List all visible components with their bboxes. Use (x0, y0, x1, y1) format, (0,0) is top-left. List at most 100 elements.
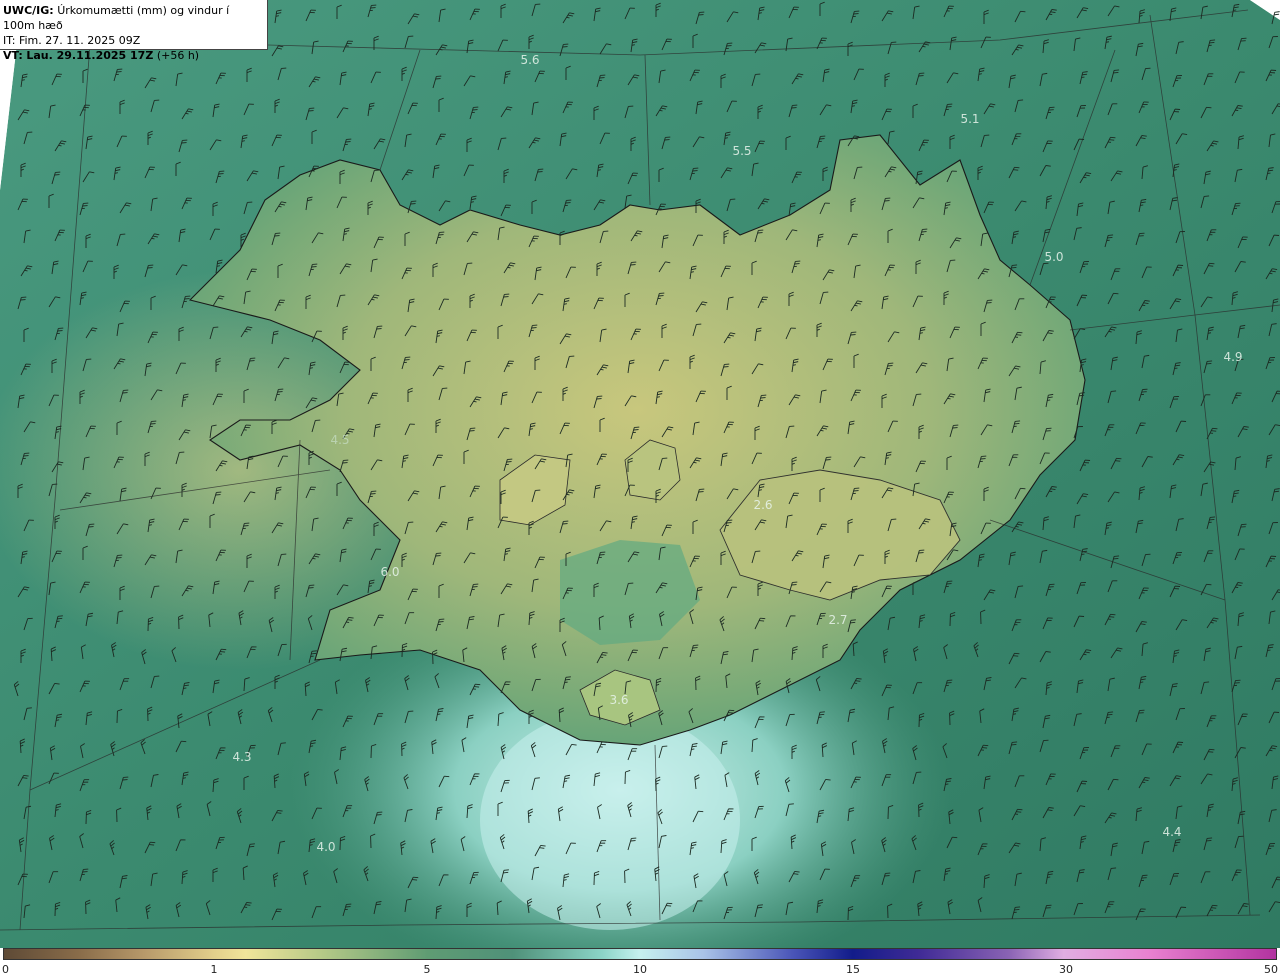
init-time: IT: Fim. 27. 11. 2025 09Z (3, 34, 141, 47)
wind-barb-flag (151, 237, 155, 240)
wind-barb-flag (1110, 136, 1116, 139)
wind-barb-flag (1233, 495, 1237, 497)
wind-barb-flag (1204, 681, 1210, 683)
wind-barb-flag (1116, 457, 1122, 460)
wind-barb-flag (947, 397, 951, 400)
wind-barb-flag (1211, 907, 1217, 909)
wind-barb-flag (1110, 613, 1116, 616)
wind-barb-flag (1017, 331, 1023, 334)
wind-barb-flag (818, 815, 822, 817)
wind-barb-flag (600, 368, 604, 371)
wind-barb-flag (1018, 585, 1024, 587)
wind-barb-flag (659, 586, 663, 589)
title-line: UWC/IG: Úrkomumætti (mm) og vindur í 100… (3, 3, 264, 33)
wind-barb-flag (565, 678, 571, 681)
wind-barb-flag (1012, 741, 1018, 743)
wind-barb-flag (1047, 876, 1051, 878)
wind-barb-flag (1108, 234, 1114, 236)
wind-barb-flag (1013, 169, 1019, 171)
wind-barb-flag (1212, 904, 1218, 907)
wind-barb-flag (1111, 867, 1117, 869)
wind-barb-flag (246, 901, 252, 904)
wind-barb-flag (888, 170, 892, 173)
wind-barb-flag (1016, 334, 1022, 336)
wind-barb-flag (439, 525, 443, 528)
wind-barb-flag (634, 234, 638, 237)
wind-barb-flag (1083, 653, 1087, 656)
wind-barb-flag (1014, 909, 1020, 911)
colorbar-tick-label: 5 (423, 963, 431, 976)
wind-barb-flag (56, 719, 60, 721)
wind-barb-flag (22, 777, 28, 779)
wind-barb-flag (825, 778, 831, 781)
wind-barb-flag (1208, 751, 1214, 753)
wind-barb-flag (405, 173, 409, 176)
value-label: 4.4 (1162, 825, 1182, 839)
wind-barb-flag (1208, 265, 1214, 267)
wind-barb-flag (1269, 749, 1273, 752)
wind-barb-flag (117, 362, 121, 365)
wind-barb-flag (566, 493, 570, 496)
wind-barb-flag (244, 330, 248, 333)
wind-barb-flag (23, 774, 29, 777)
wind-barb-flag (57, 615, 63, 617)
wind-barb-flag (1015, 420, 1021, 422)
model-name: UWC/IG: (3, 4, 54, 17)
wind-barb-flag (540, 844, 546, 847)
map-canvas (0, 0, 1280, 948)
wind-barb-flag (1012, 264, 1018, 266)
wind-barb-flag (1140, 204, 1144, 206)
wind-barb-flag (1209, 42, 1215, 44)
wind-barb-flag (1209, 262, 1215, 265)
wind-barb-flag (473, 400, 477, 403)
wind-barb-flag (1105, 527, 1110, 529)
wind-barb-flag (850, 621, 856, 624)
wind-barb-flag (503, 871, 509, 874)
valid-time: Lau. 29.11.2025 17Z (26, 49, 154, 62)
wind-barb-flag (1020, 487, 1026, 490)
wind-barb-flag (532, 141, 536, 144)
wind-barb-flag (1105, 41, 1110, 43)
wind-barb-flag (507, 266, 511, 269)
wind-barb-flag (1017, 808, 1023, 811)
wind-barb-flag (819, 713, 825, 716)
wind-barb-flag (601, 654, 607, 656)
colorbar (3, 948, 1277, 960)
colorbar-tick-label: 30 (1059, 963, 1073, 976)
wind-barb-flag (503, 869, 509, 871)
wind-barb-flag (280, 742, 286, 744)
wind-barb-flag (1207, 809, 1212, 811)
wind-barb-flag (855, 680, 861, 682)
wind-barb-flag (1210, 516, 1216, 518)
colorbar-tick-label: 1 (210, 963, 218, 976)
wind-barb-flag (312, 557, 316, 560)
wind-barb-flag (219, 464, 223, 467)
valid-label: VT: (3, 49, 23, 62)
wind-barb-flag (26, 707, 32, 709)
wind-barb-flag (539, 847, 545, 849)
value-label: 5.0 (1044, 250, 1064, 264)
wind-barb-flag (727, 336, 731, 339)
wind-barb-flag (1109, 139, 1115, 141)
wind-barb-flag (1113, 72, 1119, 74)
value-label: 4.3 (232, 750, 252, 764)
wind-barb-flag (793, 873, 799, 875)
wind-barb-flag (1012, 713, 1017, 715)
wind-barb-flag (1012, 236, 1017, 238)
wind-barb-flag (1212, 427, 1218, 430)
wind-barb-flag (1108, 816, 1112, 819)
wind-barb-flag (1209, 519, 1215, 521)
value-label: 2.7 (828, 613, 848, 627)
wind-barb-flag (249, 845, 255, 848)
wind-barb-flag (1206, 840, 1212, 842)
wind-barb-flag (922, 45, 926, 48)
wind-barb-flag (249, 843, 255, 845)
wind-barb-flag (312, 80, 316, 83)
wind-barb-flag (1107, 714, 1113, 716)
wind-barb-flag (1114, 69, 1120, 71)
wind-barb-flag (310, 745, 314, 747)
wind-barb-flag (1109, 616, 1115, 618)
value-label: 4.0 (316, 840, 336, 854)
wind-barb-flag (854, 304, 858, 307)
wind-barb-flag (1108, 330, 1112, 333)
